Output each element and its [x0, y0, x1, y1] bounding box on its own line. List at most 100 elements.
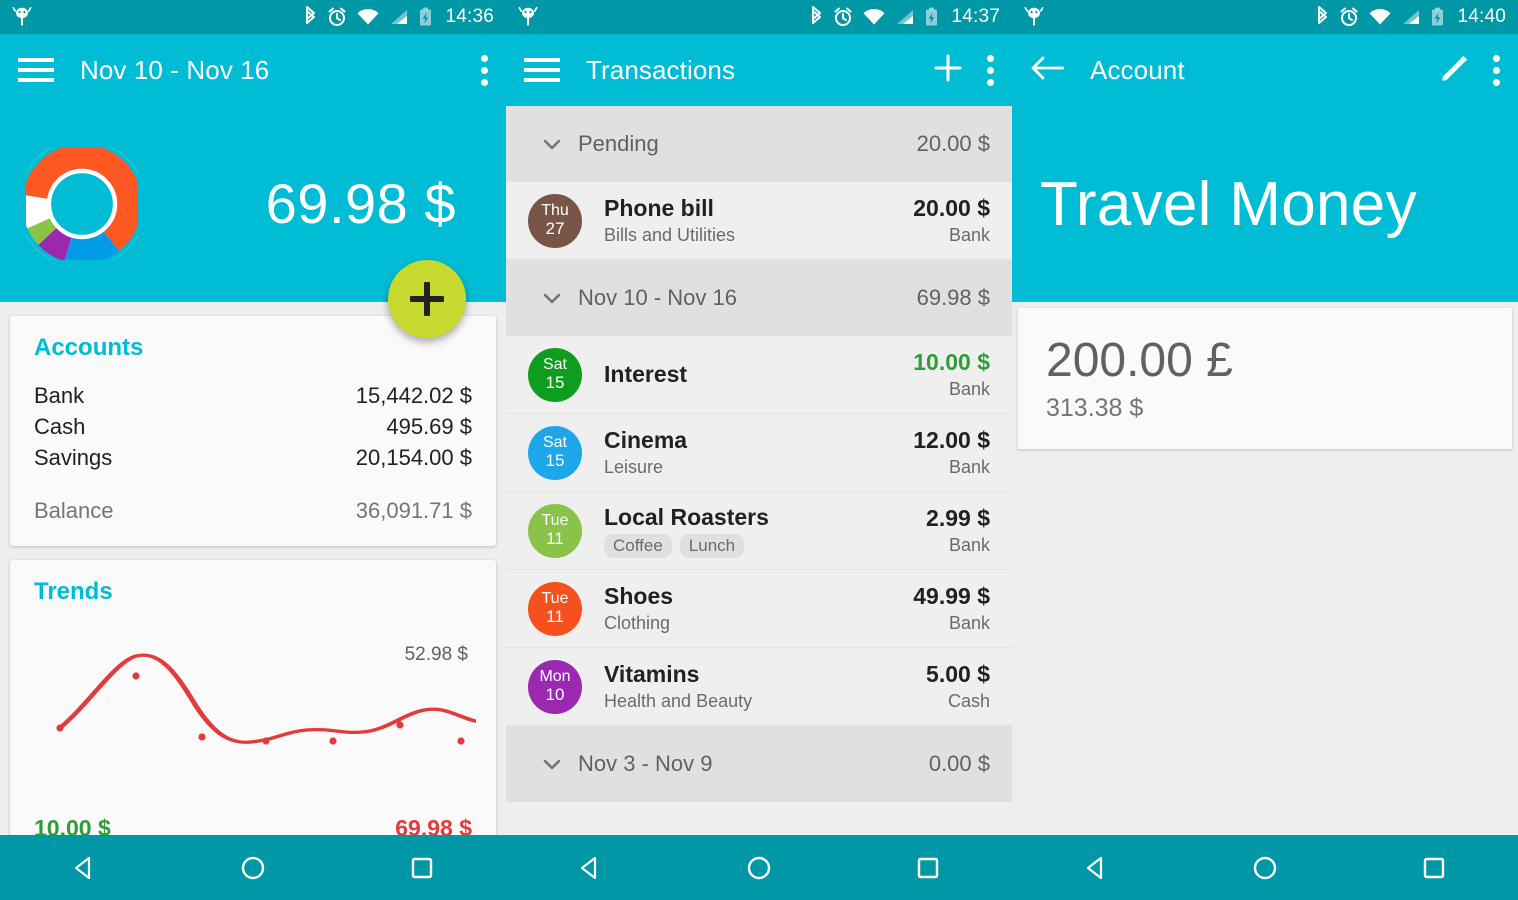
- account-balance-card[interactable]: 200.00 £ 313.38 $: [1018, 308, 1512, 450]
- nav-home-circle-icon[interactable]: [719, 844, 799, 892]
- wifi-icon: [356, 6, 380, 28]
- appbar-actions: [481, 54, 488, 86]
- group-amount: 0.00 $: [928, 751, 990, 776]
- transaction-amount-block: 12.00 $ Bank: [913, 427, 990, 478]
- android-icon: [12, 6, 32, 28]
- hamburger-icon[interactable]: [524, 58, 560, 82]
- pencil-edit-icon[interactable]: [1439, 52, 1471, 89]
- transaction-name: Phone bill: [604, 195, 714, 221]
- expense-donut-chart: [18, 140, 146, 268]
- balance-primary: 200.00 £: [1046, 334, 1233, 387]
- transaction-amount: 5.00 $: [926, 661, 990, 687]
- alarm-icon: [327, 6, 347, 28]
- date-weekday: Sat: [542, 356, 567, 374]
- appbar-actions: [1439, 52, 1500, 89]
- date-day: 11: [546, 606, 564, 626]
- transaction-category: Leisure: [604, 457, 664, 477]
- panel-transactions: 14:37 Transactions Pending 20.00 $ Thu 2…: [506, 0, 1012, 900]
- plus-icon[interactable]: [931, 51, 965, 90]
- date-weekday: Tue: [541, 512, 569, 530]
- date-day: 15: [545, 372, 565, 392]
- nav-back-triangle-icon[interactable]: [44, 844, 124, 892]
- kebab-menu-icon[interactable]: [481, 54, 488, 86]
- arrow-back-icon[interactable]: [1030, 54, 1065, 87]
- transaction-group-header[interactable]: Nov 3 - Nov 9 0.00 $: [506, 726, 1012, 802]
- bluetooth-icon: [303, 6, 318, 28]
- transaction-account: Bank: [948, 535, 990, 555]
- nav-recents-square-icon[interactable]: [1394, 844, 1474, 892]
- chevron-down-icon[interactable]: [528, 285, 576, 311]
- transaction-info: Phone bill Bills and Utilities: [604, 195, 735, 246]
- status-bar-panel2: 14:37: [506, 0, 1012, 34]
- add-transaction-fab[interactable]: [388, 260, 466, 338]
- bluetooth-icon: [1315, 6, 1330, 28]
- transaction-amount-block: 49.99 $ Bank: [913, 583, 990, 634]
- kebab-menu-icon[interactable]: [1493, 54, 1500, 86]
- trends-card: Trends 52.98 $ 10.00 $ 69.98 $: [10, 560, 496, 862]
- transaction-category: Health and Beauty: [604, 691, 753, 711]
- account-label: Savings: [34, 445, 113, 470]
- table-row[interactable]: Thu 27 Phone bill Bills and Utilities 20…: [506, 182, 1012, 260]
- account-row[interactable]: Cash 495.69 $: [34, 411, 472, 442]
- status-bar-left: [12, 6, 32, 28]
- accounts-balance-row: Balance 36,091.71 $: [34, 495, 472, 526]
- alarm-icon: [833, 6, 853, 28]
- transaction-amount: 49.99 $: [913, 583, 990, 609]
- appbar-dashboard: Nov 10 - Nov 16: [0, 34, 506, 106]
- date-weekday: Thu: [541, 202, 569, 220]
- android-navbar-panel3: [1012, 835, 1518, 900]
- panel-dashboard: 14:36 Nov 10 - Nov 16 69.98 $ Accounts B…: [0, 0, 506, 900]
- balance-label: Balance: [34, 498, 114, 523]
- transaction-account: Bank: [948, 379, 990, 399]
- signal-icon: [1401, 6, 1421, 28]
- transaction-account: Bank: [948, 457, 990, 477]
- account-label: Bank: [34, 383, 85, 408]
- date-badge: Thu 27: [528, 193, 582, 248]
- trends-card-title: Trends: [34, 578, 113, 605]
- wifi-icon: [862, 6, 886, 28]
- battery-charging-icon: [418, 6, 433, 28]
- hamburger-icon[interactable]: [18, 58, 54, 82]
- transaction-info: Local Roasters Coffee Lunch: [604, 504, 769, 558]
- nav-home-circle-icon[interactable]: [213, 844, 293, 892]
- table-row[interactable]: Tue 11 Shoes Clothing 49.99 $ Bank: [506, 570, 1012, 648]
- android-icon: [518, 6, 538, 28]
- transaction-amount-block: 5.00 $ Cash: [926, 661, 990, 712]
- nav-back-triangle-icon[interactable]: [550, 844, 630, 892]
- table-row[interactable]: Sat 15 Cinema Leisure 12.00 $ Bank: [506, 414, 1012, 492]
- status-time: 14:36: [445, 6, 494, 27]
- transaction-account: Cash: [947, 691, 990, 711]
- date-weekday: Sat: [542, 434, 567, 452]
- appbar-account: Account: [1012, 34, 1518, 106]
- alarm-icon: [1339, 6, 1359, 28]
- date-day: 11: [546, 528, 564, 548]
- table-row[interactable]: Sat 15 Interest 10.00 $ Bank: [506, 336, 1012, 414]
- transaction-amount-block: 2.99 $ Bank: [926, 505, 990, 556]
- account-row[interactable]: Bank 15,442.02 $: [34, 380, 472, 411]
- transaction-info: Interest: [604, 361, 687, 388]
- transaction-account: Bank: [948, 613, 990, 633]
- android-navbar-panel2: [506, 835, 1012, 900]
- transaction-name: Vitamins: [604, 661, 700, 687]
- account-row[interactable]: Savings 20,154.00 $: [34, 442, 472, 473]
- group-amount: 20.00 $: [916, 131, 990, 156]
- table-row[interactable]: Tue 11 Local Roasters Coffee Lunch 2.99 …: [506, 492, 1012, 570]
- date-weekday: Mon: [539, 668, 571, 686]
- transaction-group-header[interactable]: Pending 20.00 $: [506, 106, 1012, 182]
- bluetooth-icon: [809, 6, 824, 28]
- android-icon: [1024, 6, 1044, 28]
- nav-back-triangle-icon[interactable]: [1056, 844, 1136, 892]
- kebab-menu-icon[interactable]: [987, 54, 994, 86]
- chevron-down-icon[interactable]: [528, 131, 576, 157]
- transaction-group-header[interactable]: Nov 10 - Nov 16 69.98 $: [506, 260, 1012, 336]
- nav-recents-square-icon[interactable]: [382, 844, 462, 892]
- table-row[interactable]: Mon 10 Vitamins Health and Beauty 5.00 $…: [506, 648, 1012, 726]
- chevron-down-icon[interactable]: [528, 751, 576, 777]
- nav-recents-square-icon[interactable]: [888, 844, 968, 892]
- tag-chip: Lunch: [679, 533, 745, 558]
- date-badge: Tue 11: [528, 503, 582, 558]
- page-title: Account: [1090, 54, 1185, 85]
- dashboard-hero: 69.98 $: [0, 106, 506, 338]
- nav-home-circle-icon[interactable]: [1225, 844, 1305, 892]
- balance-value: 36,091.71 $: [355, 498, 472, 523]
